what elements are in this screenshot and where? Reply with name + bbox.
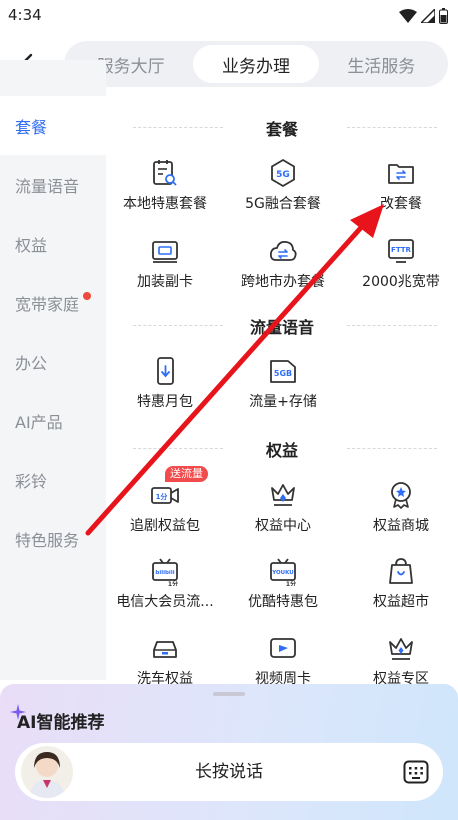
promo-badge: 送流量 (165, 466, 208, 482)
section-title-rights: 权益 (265, 441, 298, 460)
video-camera-icon: 1分 (151, 487, 179, 504)
grid-item-label: 流量+存储 (249, 394, 317, 410)
calendar-search-icon (153, 160, 177, 186)
ai-recommend-panel: AI智能推荐 长按说话 (0, 684, 458, 820)
voice-input-bar[interactable]: 长按说话 (15, 743, 443, 801)
grid-item-label: 改套餐 (380, 196, 422, 212)
sim-card-icon (152, 241, 178, 263)
youku-tv-icon: YOUKU 1分 (270, 558, 296, 586)
sidebar-item-ringtone[interactable]: 彩铃 (0, 450, 106, 509)
grid-item-label: 权益超市 (373, 594, 429, 610)
keyboard-icon[interactable] (403, 760, 429, 784)
grid-item-label: 2000兆宽带 (362, 274, 440, 290)
grid-item-rights-center[interactable]: 权益中心 (224, 480, 342, 542)
sidebar-item-package[interactable]: 套餐 (0, 96, 106, 155)
cloud-transfer-icon (269, 240, 297, 261)
status-time: 4:34 (8, 6, 42, 24)
tab-life-service[interactable]: 生活服务 (319, 45, 444, 83)
grid-item-label: 权益中心 (255, 518, 311, 534)
top-tabs: 服务大厅 业务办理 生活服务 (64, 41, 448, 87)
status-icons (399, 8, 448, 24)
1fen-text: 1分 (286, 580, 296, 586)
sidebar-item-label: 宽带家庭 (15, 294, 80, 314)
grid-item-add-sim[interactable]: 加装副卡 (106, 236, 224, 298)
shopping-bag-icon (389, 558, 413, 584)
grid-item-label: 5G融合套餐 (245, 196, 321, 212)
fttr-text: FTTR (391, 246, 411, 254)
grid-item-monthly-pack[interactable]: 特惠月包 (106, 356, 224, 418)
5gb-text: 5GB (274, 369, 292, 378)
signal-icon (421, 9, 435, 23)
car-icon (153, 641, 177, 658)
grid-item-local-package[interactable]: 本地特惠套餐 (106, 158, 224, 220)
sidebar-item-ai-products[interactable]: AI产品 (0, 391, 106, 450)
5gb-card-icon: 5GB (270, 360, 296, 383)
grid-item-broadband-2000[interactable]: FTTR 2000兆宽带 (342, 236, 458, 298)
medal-icon (391, 482, 411, 509)
ai-panel-title: AI智能推荐 (17, 713, 105, 733)
status-bar: 4:34 (0, 0, 458, 34)
bilibili-tv-icon: bilibili 1分 (152, 558, 178, 586)
grid-item-label: 跨地市办套餐 (241, 274, 325, 290)
5g-badge-icon: 5G (271, 158, 295, 188)
grid-item-rights-mall[interactable]: 权益商城 (342, 480, 458, 542)
section-title-package: 套餐 (265, 120, 298, 139)
grid-item-label: 优酷特惠包 (248, 594, 318, 610)
bilibili-text: bilibili (155, 570, 174, 576)
sidebar-item-data-voice[interactable]: 流量语音 (0, 155, 106, 214)
sidebar-item-rights[interactable]: 权益 (0, 214, 106, 273)
grid-item-label: 本地特惠套餐 (123, 196, 207, 212)
video-card-icon (270, 638, 296, 658)
tab-business[interactable]: 业务办理 (193, 45, 319, 83)
grid-item-label: 追剧权益包 (130, 518, 200, 534)
crown-diamond-icon (271, 484, 295, 506)
sidebar-item-featured[interactable]: 特色服务 (0, 509, 106, 568)
battery-icon (439, 8, 448, 24)
fttr-router-icon: FTTR (388, 239, 414, 263)
folder-swap-icon (388, 164, 414, 184)
1fen-text: 1分 (156, 492, 168, 501)
sidebar-item-office[interactable]: 办公 (0, 332, 106, 391)
grid-item-drama-rights[interactable]: 1分 追剧权益包 (106, 480, 224, 542)
grid-item-rights-supermarket[interactable]: 权益超市 (342, 556, 458, 618)
section-title-data-voice: 流量语音 (249, 318, 314, 337)
crown-icon (389, 638, 413, 660)
youku-text: YOUKU (271, 570, 294, 576)
1fen-text: 1分 (168, 580, 178, 586)
grid-item-data-storage[interactable]: 5GB 流量+存储 (224, 356, 342, 418)
drag-handle[interactable] (213, 692, 245, 696)
grid-item-label: 加装副卡 (137, 274, 193, 290)
grid-item-youku-pack[interactable]: YOUKU 1分 优酷特惠包 (224, 556, 342, 618)
5g-text: 5G (276, 170, 290, 180)
grid-item-cross-city[interactable]: 跨地市办套餐 (224, 236, 342, 298)
grid-item-telecom-vip[interactable]: bilibili 1分 电信大会员流... (106, 556, 224, 618)
phone-data-icon (157, 357, 174, 385)
wifi-icon (399, 9, 417, 23)
sidebar-item-broadband[interactable]: 宽带家庭 (0, 273, 106, 332)
notification-dot (83, 292, 91, 300)
grid-item-label: 权益商城 (373, 518, 429, 534)
grid-item-change-package[interactable]: 改套餐 (342, 158, 458, 220)
hold-to-talk-label: 长按说话 (195, 762, 263, 782)
grid-item-label: 特惠月包 (137, 394, 193, 410)
grid-item-5g-package[interactable]: 5G 5G融合套餐 (224, 158, 342, 220)
grid-item-label: 电信大会员流... (116, 594, 214, 610)
